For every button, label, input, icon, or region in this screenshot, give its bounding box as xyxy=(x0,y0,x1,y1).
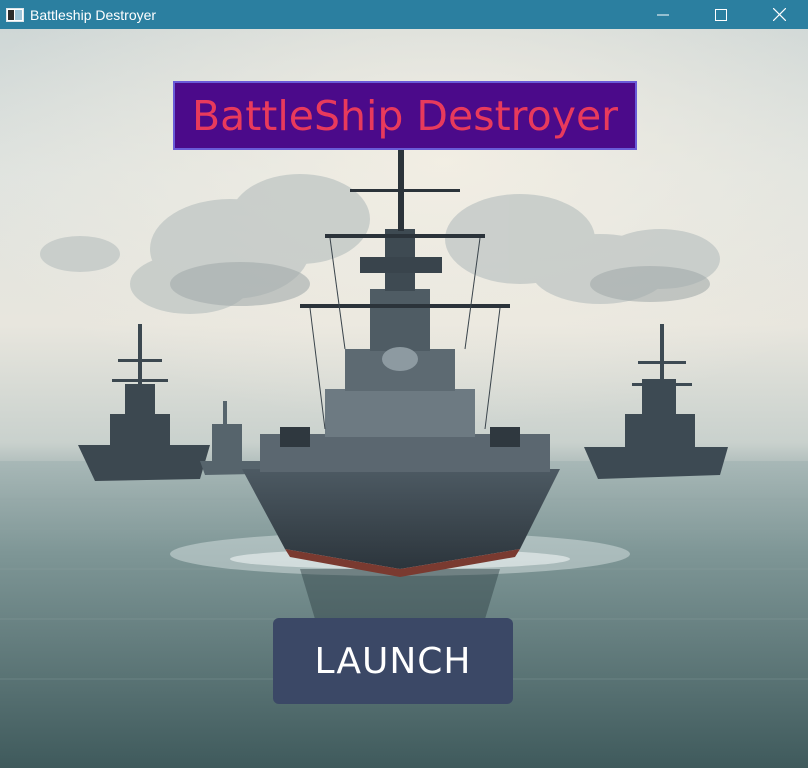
minimize-icon xyxy=(657,9,669,21)
app-icon xyxy=(6,7,24,22)
minimize-button[interactable] xyxy=(634,0,692,29)
game-title: BattleShip Destroyer xyxy=(191,91,619,140)
game-title-banner: BattleShip Destroyer xyxy=(173,81,637,150)
game-scene: BattleShip Destroyer LAUNCH xyxy=(0,29,808,768)
launch-button[interactable]: LAUNCH xyxy=(273,618,513,704)
maximize-button[interactable] xyxy=(692,0,750,29)
maximize-icon xyxy=(715,8,727,21)
window-titlebar: Battleship Destroyer xyxy=(0,0,808,29)
close-icon xyxy=(772,8,786,21)
window-title: Battleship Destroyer xyxy=(30,6,157,23)
launch-button-label: LAUNCH xyxy=(314,640,472,682)
window-controls xyxy=(634,0,808,29)
close-button[interactable] xyxy=(750,0,808,29)
